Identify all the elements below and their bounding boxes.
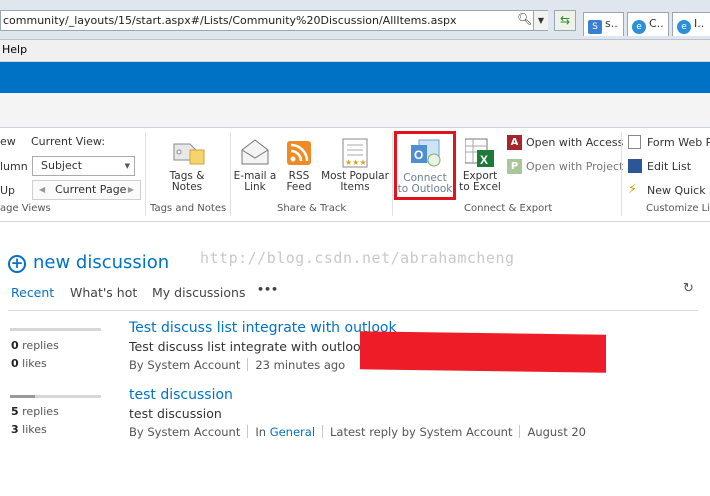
open-with-project-button[interactable]: P Open with Project xyxy=(507,158,623,176)
tag-icon xyxy=(173,143,205,165)
highlight-box xyxy=(394,131,456,200)
activity-bar xyxy=(10,395,101,398)
browser-tab-3[interactable]: e I.. xyxy=(672,12,710,36)
group-label-customize-list: Customize Lis xyxy=(646,203,710,214)
tab-my-discussions[interactable]: My discussions xyxy=(152,285,245,300)
menu-bar: Help xyxy=(0,40,710,62)
author-link[interactable]: System Account xyxy=(147,425,240,439)
more-options-icon[interactable]: ••• xyxy=(257,283,278,296)
search-icon[interactable]: 🔍︎ xyxy=(517,12,532,26)
popular-items-icon: ★★★ xyxy=(342,138,368,168)
view-format-label[interactable]: ew xyxy=(0,135,16,148)
ie-icon: e xyxy=(677,20,691,34)
redaction-mark xyxy=(360,331,606,373)
form-icon xyxy=(628,135,641,149)
ie-icon: e xyxy=(632,20,646,34)
like-count: 0 likes xyxy=(11,357,47,370)
category-link[interactable]: General xyxy=(270,425,315,439)
post-time[interactable]: 23 minutes ago xyxy=(255,358,345,372)
project-icon: P xyxy=(507,159,522,174)
ribbon-separator xyxy=(392,132,393,216)
tags-notes-button[interactable]: Tags & Notes xyxy=(158,136,216,194)
new-quick-step-button[interactable]: ⚡︎ New Quick St xyxy=(628,182,710,200)
post-meta: By System Account In General Latest reply … xyxy=(129,425,587,439)
group-label-connect-export: Connect & Export xyxy=(464,203,553,214)
current-page-navigator[interactable]: ◀ Current Page ▶ xyxy=(32,180,141,200)
form-web-parts-button[interactable]: Form Web Pa xyxy=(628,134,710,152)
divider xyxy=(8,310,698,311)
svg-text:★★★: ★★★ xyxy=(345,158,367,167)
reply-count: 5 replies xyxy=(11,405,59,418)
navigate-up-label[interactable]: Up xyxy=(0,184,15,197)
latest-author-link[interactable]: System Account xyxy=(419,425,512,439)
access-icon: A xyxy=(507,135,522,150)
rss-feed-button[interactable]: RSS Feed xyxy=(282,136,316,194)
group-label-manage-views: age Views xyxy=(0,203,51,214)
ribbon-separator xyxy=(621,132,622,216)
post-title[interactable]: test discussion xyxy=(129,387,233,403)
email-link-button[interactable]: E-mail a Link xyxy=(234,136,276,194)
ribbon-separator xyxy=(145,132,146,216)
browser-toolbar: community/_layouts/15/start.aspx#/Lists/… xyxy=(0,0,710,40)
post-body: test discussion xyxy=(129,406,222,421)
current-view-select[interactable]: Subject ▼ xyxy=(32,156,135,176)
export-to-excel-button[interactable]: X Export to Excel xyxy=(457,136,503,194)
tab-whats-hot[interactable]: What's hot xyxy=(70,285,137,300)
post-meta: By System Account 23 minutes ago xyxy=(129,358,346,372)
quick-step-icon: ⚡︎ xyxy=(628,182,638,197)
envelope-icon xyxy=(241,139,269,165)
refresh-button[interactable]: ⇆ xyxy=(554,10,576,31)
menu-help[interactable]: Help xyxy=(2,43,27,56)
address-bar[interactable]: community/_layouts/15/start.aspx#/Lists/… xyxy=(0,10,548,31)
watermark: http://blog.csdn.net/abrahamcheng xyxy=(200,249,515,267)
reply-count: 0 replies xyxy=(11,339,59,352)
group-label-share-track: Share & Track xyxy=(277,203,347,214)
edit-list-button[interactable]: Edit List xyxy=(628,158,710,176)
browser-tab-2[interactable]: e C.. xyxy=(627,12,669,36)
open-with-access-button[interactable]: A Open with Access xyxy=(507,134,623,152)
current-view-label: Current View: xyxy=(31,135,106,148)
browser-tab-1[interactable]: Ss.. xyxy=(583,12,624,36)
edit-list-icon xyxy=(628,159,642,173)
new-discussion-link[interactable]: new discussion xyxy=(33,252,169,273)
author-link[interactable]: System Account xyxy=(147,358,240,372)
chevron-right-icon[interactable]: ▶ xyxy=(128,181,134,199)
activity-bar xyxy=(10,328,101,331)
address-dropdown-icon[interactable]: ▼ xyxy=(533,11,548,30)
post-title[interactable]: Test discuss list integrate with outlook xyxy=(129,320,397,336)
post-date[interactable]: August 20 xyxy=(527,425,586,439)
chevron-left-icon[interactable]: ◀ xyxy=(39,181,45,199)
ribbon-tab-row xyxy=(0,93,710,127)
rss-icon xyxy=(287,141,311,165)
sharepoint-icon: S xyxy=(588,20,602,34)
activity-bar-fill xyxy=(10,395,35,398)
add-icon[interactable]: + xyxy=(8,255,26,273)
sync-icon[interactable]: ↻ xyxy=(683,281,694,296)
refresh-icon: ⇆ xyxy=(559,13,571,27)
most-popular-items-button[interactable]: ★★★ Most Popular Items xyxy=(320,136,390,194)
like-count: 3 likes xyxy=(11,423,47,436)
suite-bar xyxy=(0,62,710,93)
excel-icon: X xyxy=(465,138,494,167)
post-body: Test discuss list integrate with outlook… xyxy=(129,339,380,354)
create-column-label[interactable]: lumn xyxy=(0,160,28,173)
group-label-tags-notes: Tags and Notes xyxy=(150,203,227,214)
svg-text:X: X xyxy=(480,153,488,167)
tab-recent[interactable]: Recent xyxy=(11,285,54,300)
chevron-down-icon: ▼ xyxy=(124,162,130,170)
